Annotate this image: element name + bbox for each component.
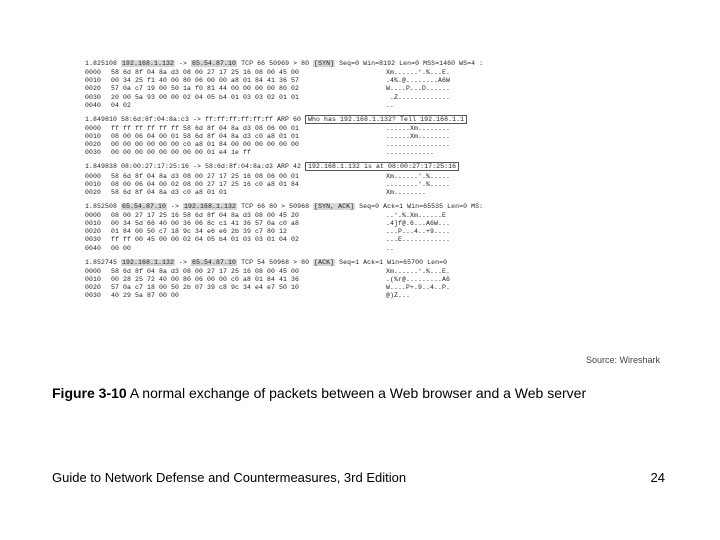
- hex-line: 002057 0a c7 19 00 50 1a f0 81 44 00 00 …: [85, 85, 655, 93]
- packet-summary: 1.849838 08:00:27:17:25:16 -> 58:6d:8f:0…: [85, 163, 655, 171]
- hex-line: 000058 6d 8f 04 8a d3 08 00 27 17 25 16 …: [85, 173, 655, 181]
- packet-summary: 1.825108 192.168.1.132 -> 65.54.87.10 TC…: [85, 60, 655, 68]
- footer-book-title: Guide to Network Defense and Countermeas…: [52, 470, 406, 485]
- packet-summary: 1.849810 58:6d:8f:04:8a:c3 -> ff:ff:ff:f…: [85, 116, 655, 124]
- hex-line: 002058 6d 8f 04 8a d3 c0 a8 01 01Xm.....…: [85, 189, 655, 197]
- hex-line: 000008 00 27 17 25 16 58 6d 8f 04 8a d3 …: [85, 212, 655, 220]
- footer-page-number: 24: [651, 470, 665, 485]
- packet-summary: 1.852745 192.168.1.132 -> 65.54.87.10 TC…: [85, 259, 655, 267]
- hex-line: 0000ff ff ff ff ff ff 58 6d 8f 04 8a d3 …: [85, 125, 655, 133]
- hex-line: 004000 00..: [85, 245, 655, 253]
- hex-line: 000058 6d 8f 04 8a d3 08 00 27 17 25 16 …: [85, 268, 655, 276]
- hex-line: 003020 00 5a 93 00 00 02 04 05 b4 01 03 …: [85, 94, 655, 102]
- hex-line: 002057 0a c7 18 00 50 2b 07 39 c8 9c 34 …: [85, 284, 655, 292]
- hex-line: 001008 00 06 04 00 01 58 6d 8f 04 8a d3 …: [85, 133, 655, 141]
- hex-line: 001000 34 25 f1 40 00 80 06 00 00 a8 01 …: [85, 77, 655, 85]
- figure-caption: Figure 3-10 A normal exchange of packets…: [52, 385, 586, 401]
- hex-line: 000058 6d 8f 04 8a d3 08 00 27 17 25 16 …: [85, 69, 655, 77]
- hex-line: 001000 28 25 72 40 00 80 06 00 00 c0 a8 …: [85, 276, 655, 284]
- hex-line: 001000 34 5d 66 40 00 36 06 8c c1 41 36 …: [85, 220, 655, 228]
- packet-summary: 1.852508 65.54.87.10 -> 192.168.1.132 TC…: [85, 203, 655, 211]
- hex-line: 004004 02..: [85, 102, 655, 110]
- packet-dump: 1.825108 192.168.1.132 -> 65.54.87.10 TC…: [85, 60, 655, 306]
- hex-line: 003000 00 00 00 00 00 00 00 01 e4 1e ff.…: [85, 149, 655, 157]
- hex-line: 0030ff ff 00 45 00 00 02 04 05 b4 01 03 …: [85, 236, 655, 244]
- hex-line: 003040 29 5a 87 00 00@)Z...: [85, 292, 655, 300]
- hex-line: 002000 00 00 00 00 00 c0 a8 01 84 00 00 …: [85, 141, 655, 149]
- figure-label: Figure 3-10: [52, 385, 127, 401]
- hex-line: 001008 00 06 04 00 02 08 00 27 17 25 16 …: [85, 181, 655, 189]
- image-source: Source: Wireshark: [586, 355, 660, 365]
- hex-line: 002001 84 00 50 c7 18 9c 34 e6 e6 2b 39 …: [85, 228, 655, 236]
